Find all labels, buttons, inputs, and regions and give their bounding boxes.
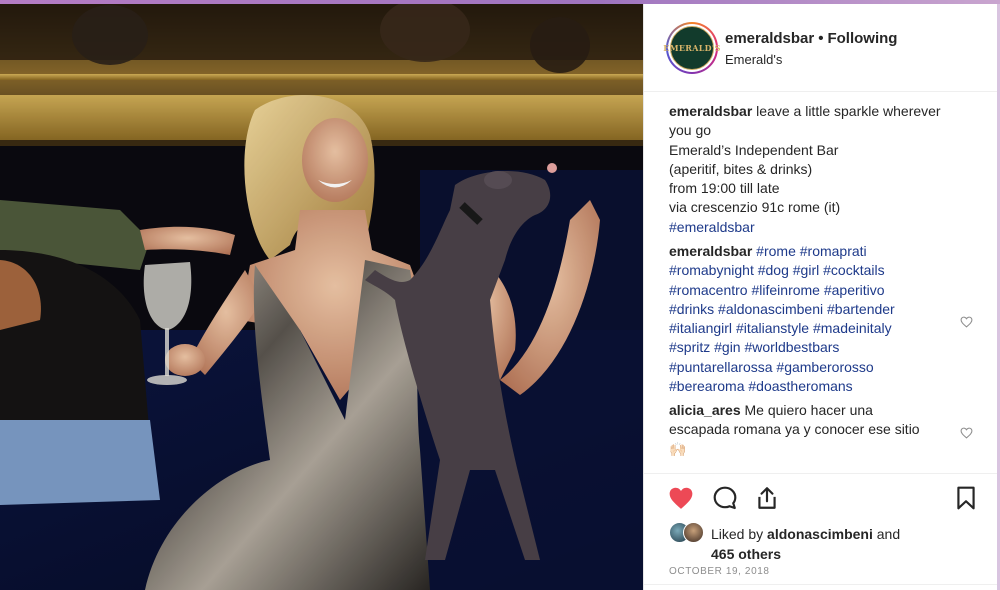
hashtag-link[interactable]: #aperitivo — [824, 282, 885, 298]
comment-emoji: 🙌🏻 — [669, 440, 687, 457]
hashtag-link[interactable]: #romacentro — [669, 282, 748, 298]
bookmark-icon[interactable] — [953, 485, 979, 511]
comment-like-heart-icon[interactable] — [960, 427, 973, 439]
location-link[interactable]: Emerald's — [725, 52, 782, 67]
caption-line: you go — [669, 122, 712, 139]
post-date[interactable]: OCTOBER 19, 2018 — [669, 566, 770, 577]
separator-dot: • — [818, 30, 824, 47]
caption-line: leave a little sparkle wherever — [756, 103, 941, 119]
hashtag-link[interactable]: #spritz — [669, 339, 710, 355]
heart-icon[interactable] — [668, 485, 694, 511]
hashtag-link[interactable]: #rome — [756, 243, 796, 259]
post-actions: Liked by aldonascimbeni and 465 others O… — [644, 474, 997, 590]
hashtag-link[interactable]: #romaprati — [800, 243, 867, 259]
post-photo[interactable] — [0, 0, 643, 590]
hashtag-link[interactable]: #emeraldsbar — [669, 219, 755, 235]
hashtag-link[interactable]: #puntarellarossa — [669, 359, 773, 375]
comment-username[interactable]: emeraldsbar — [669, 243, 752, 259]
hashtag-link[interactable]: #worldbestbars — [744, 339, 839, 355]
liker-username-link[interactable]: aldonascimbeni — [767, 526, 873, 542]
username-link[interactable]: emeraldsbar — [725, 30, 814, 47]
likes-summary: Liked by aldonascimbeni and 465 others — [711, 525, 900, 564]
comment-text: Me quiero hacer una — [744, 402, 873, 418]
hashtag-link[interactable]: #gamberorosso — [776, 359, 873, 375]
avatar-logo: EMERALD'S — [663, 26, 720, 70]
caption-line: (aperitif, bites & drinks) — [669, 160, 813, 177]
hashtag-link[interactable]: #cocktails — [823, 262, 884, 278]
hashtag-link[interactable]: #drinks — [669, 301, 714, 317]
avatar[interactable]: EMERALD'S — [663, 22, 720, 74]
header-line: emeraldsbar • Following — [725, 30, 897, 47]
liker-avatar — [683, 522, 704, 543]
comment-icon[interactable] — [712, 485, 738, 511]
caption-line: from 19:00 till late — [669, 180, 780, 197]
hashtag-link[interactable]: #gin — [714, 339, 740, 355]
caption-line: Emerald’s Independent Bar — [669, 141, 839, 158]
likes-prefix: Liked by — [711, 526, 764, 542]
comment-like-heart-icon[interactable] — [960, 316, 973, 328]
user-comment: alicia_ares Me quiero hacer una escapada… — [669, 401, 974, 459]
comments-section[interactable]: emeraldsbar leave a little sparkle where… — [644, 92, 997, 474]
likes-others-link[interactable]: 465 others — [711, 546, 781, 562]
hashtag-link[interactable]: #italiangirl — [669, 320, 732, 336]
likers-avatars[interactable] — [669, 522, 709, 544]
hashtag-link[interactable]: #girl — [793, 262, 819, 278]
hashtag-link[interactable]: #bartender — [827, 301, 895, 317]
hashtag-link[interactable]: #romabynight — [669, 262, 754, 278]
post-details-panel: EMERALD'S emeraldsbar • Following Emerald'… — [643, 4, 1000, 590]
hashtag-link[interactable]: #italianstyle — [736, 320, 809, 336]
hashtag-link[interactable]: #dog — [758, 262, 789, 278]
comment-text: escapada romana ya y conocer ese sitio — [669, 421, 920, 438]
hashtag-comment: emeraldsbar #rome #romaprati #romabynight… — [669, 242, 974, 396]
divider — [644, 584, 997, 585]
follow-status-button[interactable]: Following — [827, 30, 897, 47]
caption-comment: emeraldsbar leave a little sparkle where… — [669, 102, 974, 237]
comment-username[interactable]: alicia_ares — [669, 402, 741, 418]
post-header: EMERALD'S emeraldsbar • Following Emerald'… — [644, 4, 997, 92]
hashtag-link[interactable]: #aldonascimbeni — [718, 301, 823, 317]
hashtag-link[interactable]: #berearoma — [669, 378, 745, 394]
caption-username[interactable]: emeraldsbar — [669, 103, 752, 119]
hashtag-link[interactable]: #doastheromans — [748, 378, 852, 394]
hashtag-link[interactable]: #madeinitaly — [813, 320, 892, 336]
likes-joiner: and — [876, 526, 901, 542]
hashtag-link[interactable]: #lifeinrome — [751, 282, 819, 298]
caption-line: via crescenzio 91c rome (it) — [669, 199, 841, 216]
share-icon[interactable] — [754, 485, 780, 511]
